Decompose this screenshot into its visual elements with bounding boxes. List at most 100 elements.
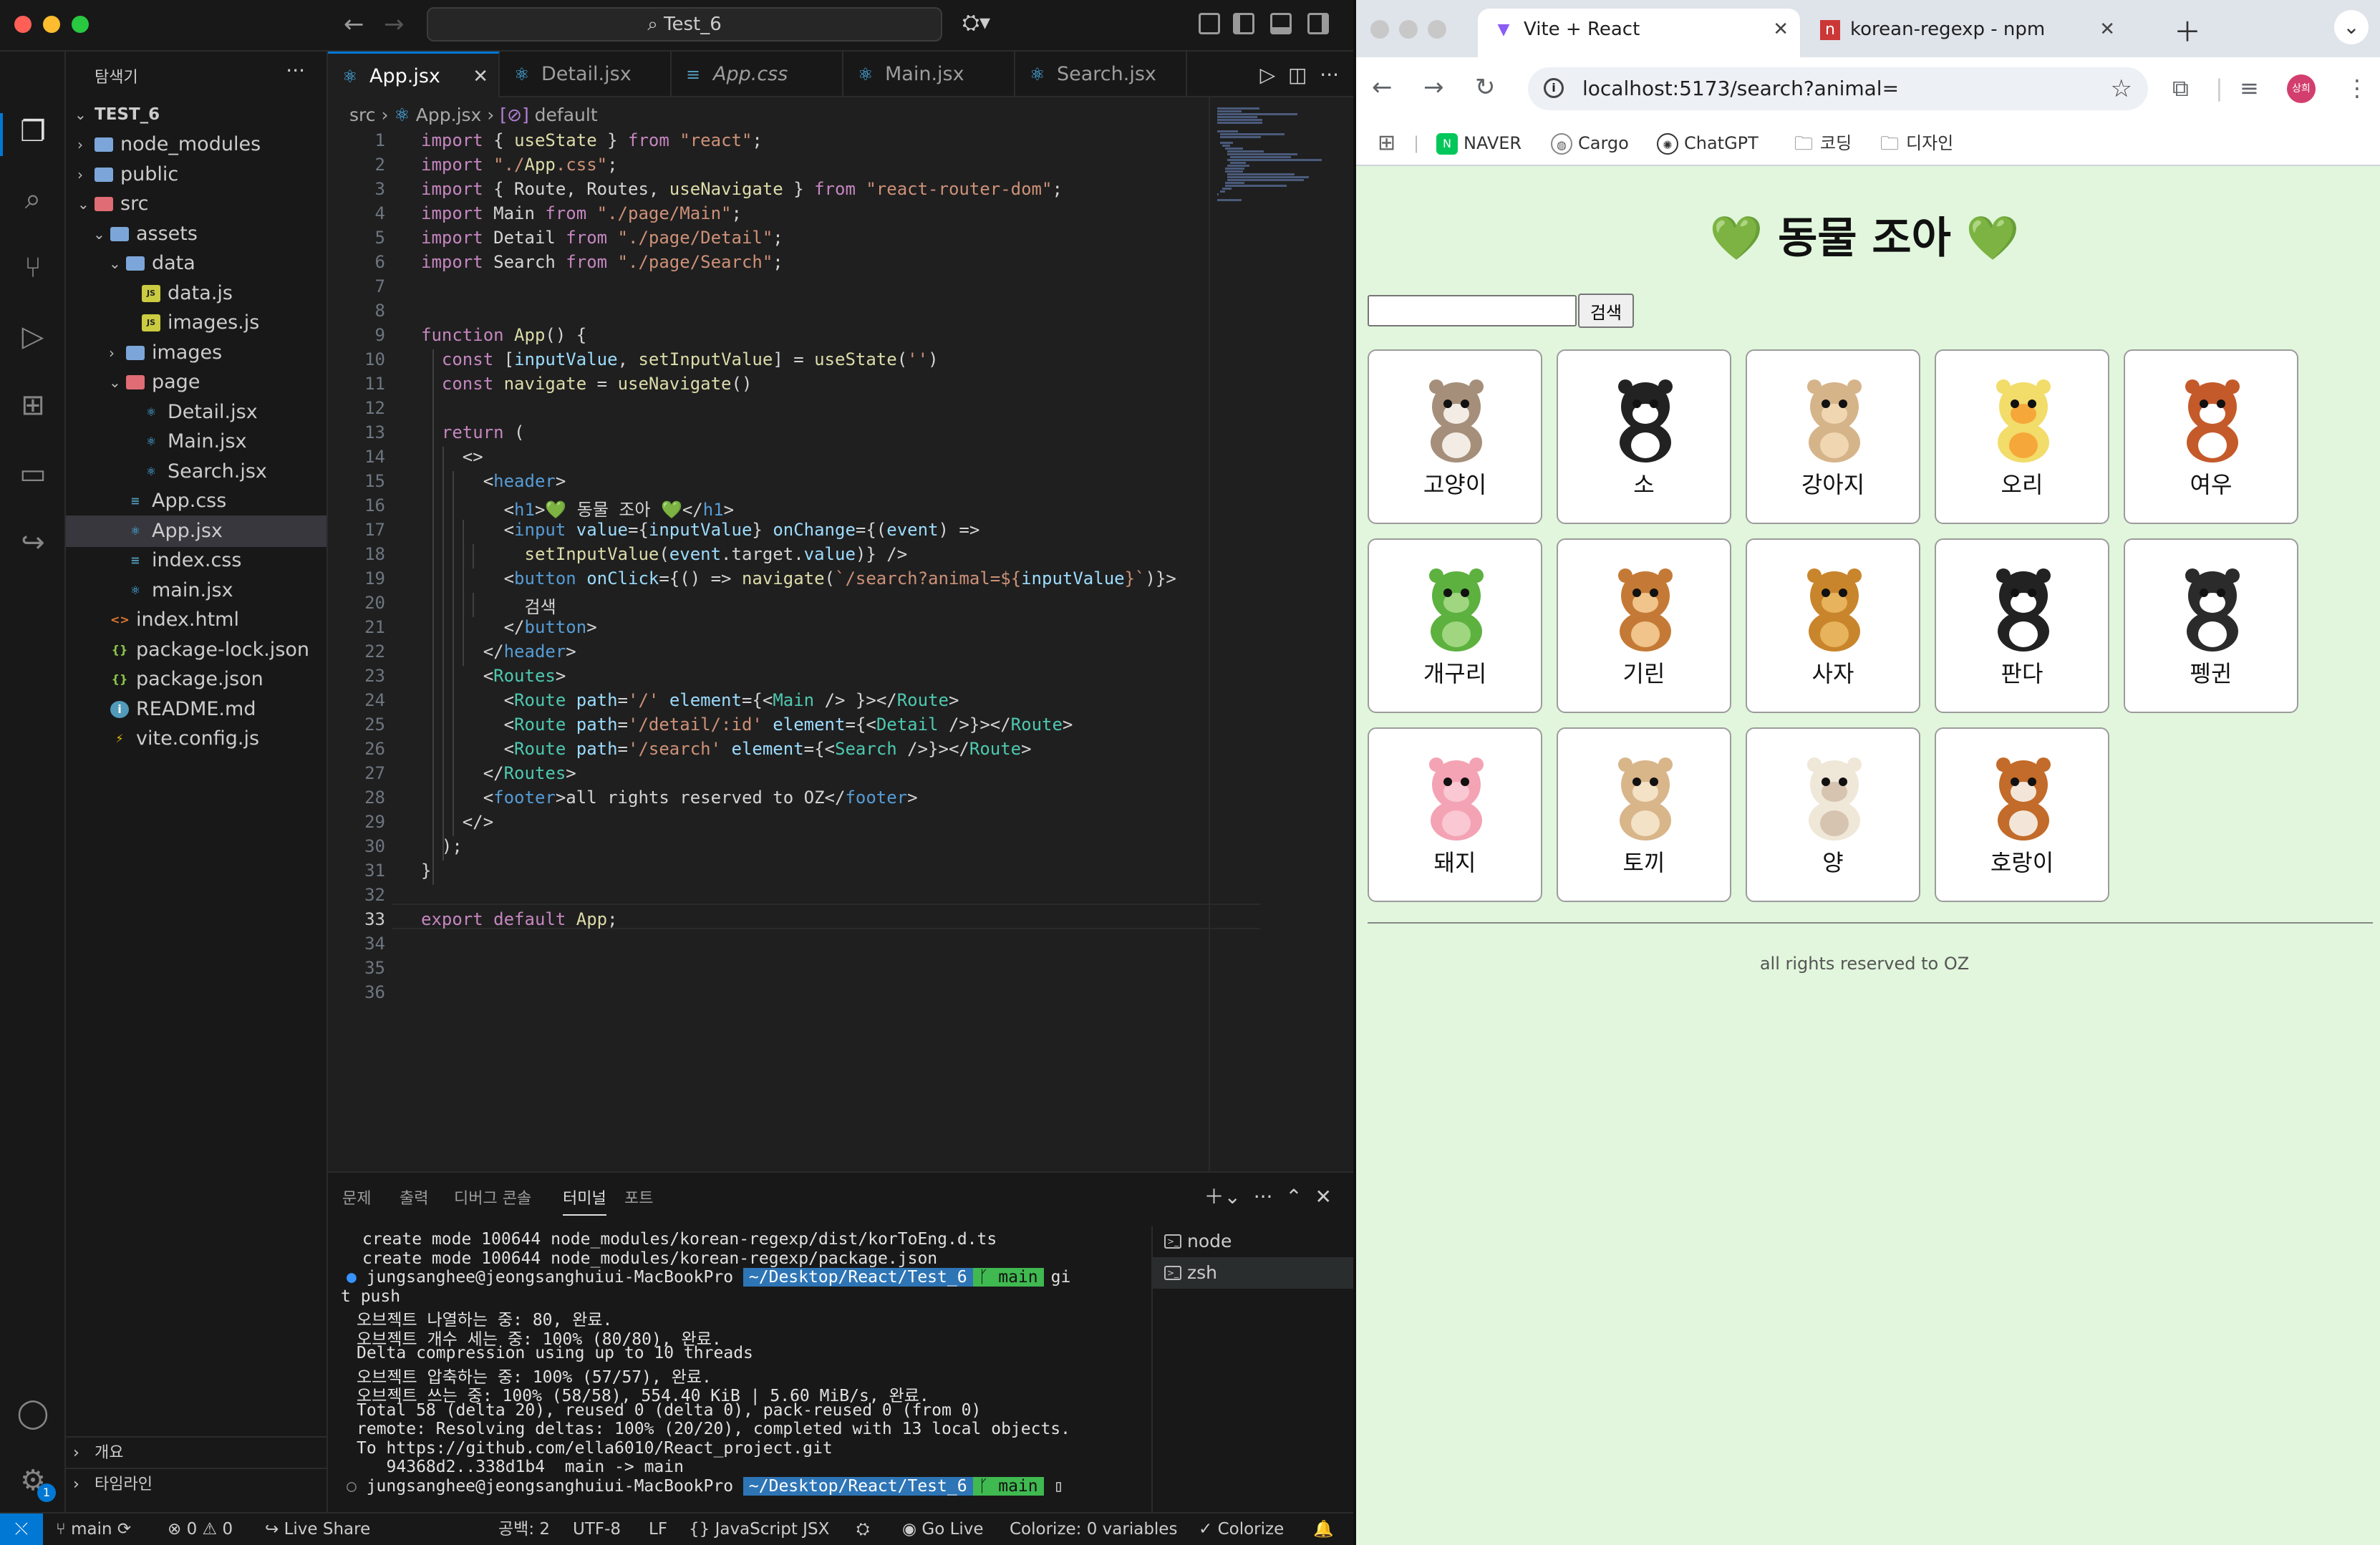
address-bar[interactable]: i localhost:5173/search?animal= ☆ xyxy=(1528,67,2148,110)
bookmark-naver[interactable]: N NAVER xyxy=(1436,130,1522,156)
minimap[interactable] xyxy=(1209,97,1352,1171)
animal-card[interactable]: 토끼 xyxy=(1557,727,1731,902)
close-tab-icon[interactable]: ✕ xyxy=(1773,9,1789,50)
project-root[interactable]: ⌄ TEST_6 xyxy=(66,99,326,130)
panel-tab[interactable]: 문제 xyxy=(342,1186,371,1209)
indent-status[interactable]: 공백: 2 xyxy=(498,1513,550,1545)
tree-item[interactable]: JS images.js xyxy=(66,307,326,339)
tree-item[interactable]: ⚛ Search.jsx xyxy=(66,456,326,488)
tree-item[interactable]: JS data.js xyxy=(66,278,326,309)
tree-item[interactable]: ⚛ App.jsx xyxy=(66,515,326,547)
tab-main-jsx[interactable]: ⚛ Main.jsx xyxy=(843,52,1015,97)
maximize-window-button[interactable] xyxy=(1428,20,1446,39)
animal-card[interactable]: 고양이 xyxy=(1368,349,1542,524)
back-arrow-icon[interactable]: ← xyxy=(1372,73,1393,102)
browser-tab-vite[interactable]: ▼ Vite + React ✕ xyxy=(1478,9,1800,57)
run-icon[interactable]: ▷ xyxy=(1260,63,1276,87)
chevron-up-icon[interactable]: ⌃ xyxy=(1285,1185,1302,1209)
layout-icon[interactable] xyxy=(1199,13,1220,34)
animal-card[interactable]: 여우 xyxy=(2124,349,2298,524)
split-editor-icon[interactable]: ◫ xyxy=(1288,63,1307,87)
bookmark-chatgpt[interactable]: ✺ ChatGPT xyxy=(1657,130,1759,156)
forward-arrow-icon[interactable]: → xyxy=(1423,73,1444,102)
tree-item[interactable]: ⚛ main.jsx xyxy=(66,575,326,606)
extensions-icon[interactable]: ⧉ xyxy=(2172,74,2189,102)
minimize-window-button[interactable] xyxy=(1399,20,1418,39)
search-icon[interactable]: ⌕ xyxy=(14,180,52,218)
copilot-status-icon[interactable]: ⛭ xyxy=(856,1513,869,1545)
tab-app-css[interactable]: ≡ App.css xyxy=(672,52,843,97)
bookmark-cargo[interactable]: ◍ Cargo xyxy=(1551,130,1629,156)
animal-card[interactable]: 기린 xyxy=(1557,538,1731,713)
search-input[interactable] xyxy=(1368,295,1577,326)
bookmark-folder-design[interactable]: 🗀 디자인 xyxy=(1879,130,1953,156)
tree-item[interactable]: ⌄ ▬ src xyxy=(66,188,326,220)
tree-item[interactable]: ≡ App.css xyxy=(66,485,326,517)
go-live-status[interactable]: ◉ Go Live xyxy=(902,1513,984,1545)
close-icon[interactable]: ✕ xyxy=(473,54,488,100)
copilot-icon[interactable]: ⛭▾ xyxy=(962,10,990,35)
animal-card[interactable]: 오리 xyxy=(1935,349,2109,524)
animal-card[interactable]: 개구리 xyxy=(1368,538,1542,713)
source-control-icon[interactable]: ⑂ xyxy=(14,249,52,286)
toggle-secondary-sidebar-icon[interactable] xyxy=(1307,13,1329,34)
encoding-status[interactable]: UTF-8 xyxy=(573,1513,621,1545)
command-center[interactable]: ⌕ Test_6 xyxy=(427,7,942,42)
close-icon[interactable]: ✕ xyxy=(1315,1185,1332,1209)
tree-item[interactable]: › ▬ node_modules xyxy=(66,129,326,160)
problems-status[interactable]: ⊗ 0 ⚠ 0 xyxy=(168,1513,233,1545)
search-button[interactable]: 검색 xyxy=(1578,294,1634,328)
animal-card[interactable]: 소 xyxy=(1557,349,1731,524)
tree-item[interactable]: ⌄ ▬ data xyxy=(66,248,326,279)
live-share-status[interactable]: ↪ Live Share xyxy=(265,1513,370,1545)
new-terminal-icon[interactable]: ＋⌄ xyxy=(1204,1185,1240,1209)
tree-item[interactable]: {} package-lock.json xyxy=(66,634,326,666)
reload-icon[interactable]: ↻ xyxy=(1475,73,1496,102)
bookmark-folder-coding[interactable]: 🗀 코딩 xyxy=(1793,130,1852,156)
colorize-status[interactable]: ✓ Colorize xyxy=(1199,1513,1284,1545)
new-tab-icon[interactable]: ＋ xyxy=(2174,10,2201,49)
animal-card[interactable]: 펭귄 xyxy=(2124,538,2298,713)
tree-item[interactable]: ≡ index.css xyxy=(66,545,326,576)
tab-search-icon[interactable]: ⌄ xyxy=(2334,10,2369,44)
forward-arrow-icon[interactable]: → xyxy=(384,10,405,39)
toggle-sidebar-icon[interactable] xyxy=(1233,13,1254,34)
remote-icon[interactable]: ⤬ xyxy=(0,1513,43,1545)
more-icon[interactable]: ··· xyxy=(1254,1185,1273,1209)
tree-item[interactable]: ⌄ ▬ assets xyxy=(66,218,326,250)
bell-icon[interactable]: 🔔 xyxy=(1313,1513,1334,1545)
branch-status[interactable]: ⑂ main ⟳ xyxy=(56,1513,131,1545)
eol-status[interactable]: LF xyxy=(649,1513,667,1545)
extensions-icon[interactable]: ⊞ xyxy=(14,387,52,424)
panel-tab[interactable]: 출력 xyxy=(400,1186,428,1209)
more-icon[interactable]: ··· xyxy=(1320,63,1339,87)
explorer-icon[interactable]: ❐ xyxy=(14,113,52,150)
outline-section[interactable]: › 개요 xyxy=(66,1436,326,1468)
language-status[interactable]: {} JavaScript JSX xyxy=(689,1513,829,1545)
tab-detail-jsx[interactable]: ⚛ Detail.jsx xyxy=(500,52,672,97)
tree-item[interactable]: <> index.html xyxy=(66,604,326,636)
close-window-button[interactable] xyxy=(1370,20,1389,39)
bookmark-star-icon[interactable]: ☆ xyxy=(2111,67,2132,110)
tree-item[interactable]: ⚛ Detail.jsx xyxy=(66,397,326,428)
animal-card[interactable]: 강아지 xyxy=(1746,349,1920,524)
browser-tab-npm[interactable]: n korean-regexp - npm ✕ xyxy=(1804,9,2127,57)
panel-tab[interactable]: 터미널 xyxy=(563,1186,606,1216)
animal-card[interactable]: 돼지 xyxy=(1368,727,1542,902)
maximize-window-button[interactable] xyxy=(72,16,89,33)
terminal-output[interactable]: create mode 100644 node_modules/korean-r… xyxy=(328,1230,1130,1509)
avatar[interactable]: 상희 xyxy=(2287,74,2316,103)
toggle-panel-icon[interactable] xyxy=(1270,13,1292,34)
remote-explorer-icon[interactable]: ▭ xyxy=(14,455,52,493)
tree-item[interactable]: › ▬ public xyxy=(66,159,326,190)
animal-card[interactable]: 판다 xyxy=(1935,538,2109,713)
more-actions-icon[interactable]: ··· xyxy=(286,59,305,82)
account-icon[interactable]: ◯ xyxy=(14,1395,52,1432)
menu-dots-icon[interactable]: ⋮ xyxy=(2346,74,2369,102)
panel-tab[interactable]: 포트 xyxy=(624,1186,653,1209)
tree-item[interactable]: ⚡ vite.config.js xyxy=(66,723,326,755)
terminal-node[interactable]: >_ node xyxy=(1153,1226,1355,1257)
back-arrow-icon[interactable]: ← xyxy=(344,10,364,39)
tree-item[interactable]: {} package.json xyxy=(66,664,326,695)
tab-app-jsx[interactable]: ⚛ App.jsx ✕ xyxy=(328,52,500,97)
